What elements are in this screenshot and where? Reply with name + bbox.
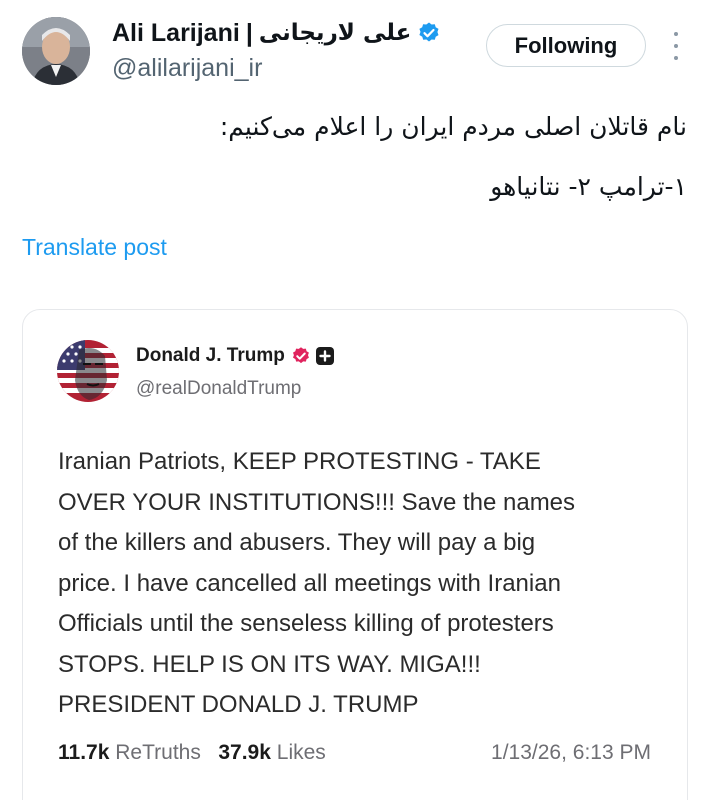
name-separator: | (245, 18, 253, 47)
retruths-label: ReTruths (115, 741, 201, 764)
quoted-post-timestamp: 1/13/26, 6:13 PM (491, 741, 651, 764)
likes-count: 37.9k (218, 741, 271, 764)
author-name[interactable]: Ali Larijani (112, 19, 240, 48)
post-view: Ali Larijani | علی لاریجانی @alilarijani… (0, 0, 709, 800)
post-text-line-2: ۱-ترامپ ۲- نتانیاهو (490, 172, 687, 201)
author-avatar[interactable] (22, 17, 90, 85)
quoted-body-line: Officials until the senseless killing of… (58, 610, 554, 637)
quoted-body-line: price. I have cancelled all meetings wit… (58, 569, 561, 597)
quoted-body-line: STOPS. HELP IS ON ITS WAY. MIGA!!! (58, 650, 481, 678)
quoted-author-name-row: Donald J. Trump (136, 345, 334, 367)
quoted-body-line: Iranian Patriots, KEEP PROTESTING - TAKE (58, 448, 541, 475)
author-handle[interactable]: @alilarijani_ir (112, 54, 262, 83)
quoted-body-line: of the killers and abusers. They will pa… (58, 529, 536, 556)
quoted-body-line: OVER YOUR INSTITUTIONS!!! Save the names (58, 488, 576, 516)
author-name-persian[interactable]: علی لاریجانی (259, 20, 412, 46)
verified-badge-icon (419, 22, 439, 42)
quoted-post-body: Iranian Patriots, KEEP PROTESTING - TAKE… (58, 442, 658, 726)
following-button[interactable]: Following (486, 24, 646, 67)
more-options-icon[interactable] (668, 32, 684, 60)
likes-label: Likes (276, 741, 326, 764)
quoted-author-name: Donald J. Trump (136, 345, 285, 366)
quoted-author-handle: @realDonaldTrump (136, 378, 302, 399)
plus-badge-icon (315, 347, 334, 365)
post-text-line-1: نام قاتلان اصلی مردم ایران را اعلام می‌ک… (219, 112, 687, 141)
retruths-count: 11.7k (58, 741, 110, 764)
quoted-post-stats: 11.7k ReTruths 37.9k Likes (58, 741, 326, 765)
quoted-body-line: PRESIDENT DONALD J. TRUMP (58, 691, 419, 718)
translate-post-link[interactable]: Translate post (22, 234, 167, 261)
quoted-author-avatar (57, 340, 119, 402)
author-name-row[interactable]: Ali Larijani | علی لاریجانی (112, 18, 441, 48)
verified-badge-icon (292, 347, 309, 364)
